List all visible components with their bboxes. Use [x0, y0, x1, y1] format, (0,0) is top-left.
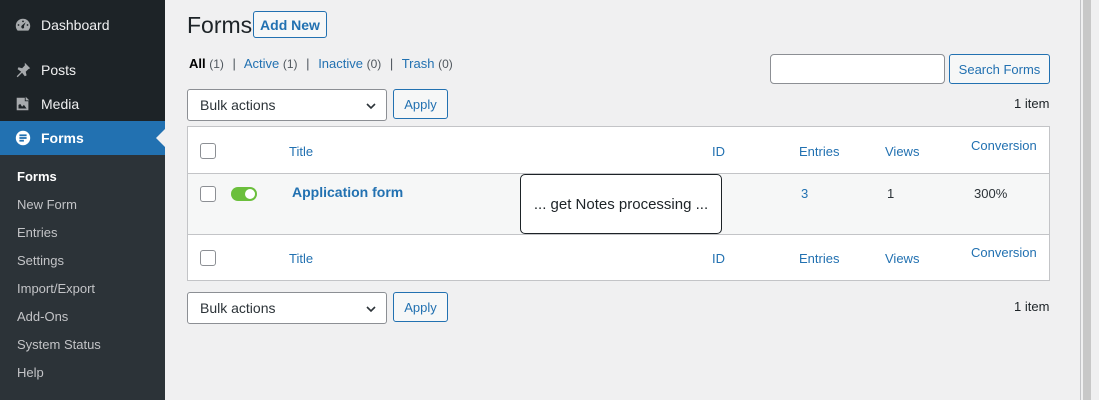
- apply-button-bottom[interactable]: Apply: [393, 292, 448, 322]
- column-title[interactable]: Title: [289, 144, 313, 159]
- filter-all[interactable]: All: [189, 56, 206, 71]
- filter-active-count: (1): [282, 57, 298, 71]
- form-conversion: 300%: [974, 186, 1008, 201]
- menu-posts-label: Posts: [41, 62, 77, 78]
- status-filters: All (1) | Active (1) | Inactive (0) | Tr…: [189, 56, 453, 71]
- filter-separator: |: [232, 56, 236, 71]
- submenu-settings[interactable]: Settings: [17, 253, 64, 268]
- dashboard-icon: [13, 15, 33, 35]
- add-new-button[interactable]: Add New: [253, 11, 327, 38]
- filter-separator: |: [306, 56, 310, 71]
- menu-forms-label: Forms: [41, 130, 84, 146]
- filter-all-count: (1): [209, 57, 224, 71]
- menu-media-label: Media: [41, 96, 80, 112]
- page-scrollbar[interactable]: [1080, 0, 1099, 400]
- admin-sidebar: Dashboard Posts Media Forms Forms New Fo…: [0, 0, 165, 400]
- filter-inactive-count: (0): [366, 57, 382, 71]
- chevron-down-icon: [365, 302, 377, 318]
- select-all-checkbox-footer[interactable]: [200, 250, 216, 266]
- column-views[interactable]: Views: [885, 144, 919, 159]
- submenu-system-status[interactable]: System Status: [17, 337, 101, 352]
- bulk-actions-top-value: Bulk actions: [200, 97, 276, 113]
- footer-divider: [188, 234, 1049, 235]
- menu-posts[interactable]: Posts: [0, 53, 165, 87]
- select-all-checkbox[interactable]: [200, 143, 216, 159]
- menu-media[interactable]: Media: [0, 87, 165, 121]
- submenu-import-export[interactable]: Import/Export: [17, 281, 95, 296]
- bulk-actions-bottom-value: Bulk actions: [200, 300, 276, 316]
- menu-dashboard-label: Dashboard: [41, 17, 110, 33]
- column-title-footer[interactable]: Title: [289, 251, 313, 266]
- pin-icon: [13, 60, 33, 80]
- apply-button-top[interactable]: Apply: [393, 89, 448, 119]
- filter-active[interactable]: Active: [244, 56, 279, 71]
- media-icon: [13, 94, 33, 114]
- chevron-down-icon: [365, 99, 377, 115]
- bulk-actions-select-bottom[interactable]: Bulk actions: [187, 292, 387, 324]
- column-entries[interactable]: Entries: [799, 144, 839, 159]
- submenu-forms[interactable]: Forms: [17, 169, 57, 184]
- forms-submenu: Forms New Form Entries Settings Import/E…: [0, 155, 165, 400]
- column-id-footer[interactable]: ID: [712, 251, 725, 266]
- submenu-help[interactable]: Help: [17, 365, 44, 380]
- search-forms-button[interactable]: Search Forms: [949, 54, 1050, 84]
- column-conversion-footer[interactable]: Conversion: [971, 245, 1037, 260]
- menu-forms[interactable]: Forms: [0, 121, 165, 155]
- column-conversion[interactable]: Conversion: [971, 138, 1037, 153]
- processing-notice: ... get Notes processing ...: [520, 174, 722, 234]
- submenu-entries[interactable]: Entries: [17, 225, 57, 240]
- column-id[interactable]: ID: [712, 144, 725, 159]
- form-title-link[interactable]: Application form: [292, 184, 403, 200]
- form-entries-link[interactable]: 3: [801, 186, 808, 201]
- filter-trash[interactable]: Trash: [402, 56, 435, 71]
- items-count-top: 1 item: [1014, 96, 1050, 111]
- items-count-bottom: 1 item: [1014, 299, 1050, 314]
- submenu-new-form[interactable]: New Form: [17, 197, 77, 212]
- bulk-actions-select-top[interactable]: Bulk actions: [187, 89, 387, 121]
- search-input[interactable]: [770, 54, 945, 84]
- forms-icon: [13, 128, 33, 148]
- submenu-add-ons[interactable]: Add-Ons: [17, 309, 68, 324]
- page-title: Forms: [187, 12, 253, 38]
- row-checkbox[interactable]: [200, 186, 216, 202]
- active-toggle[interactable]: [231, 187, 257, 201]
- filter-inactive[interactable]: Inactive: [318, 56, 363, 71]
- filter-separator: |: [389, 56, 394, 71]
- column-views-footer[interactable]: Views: [885, 251, 919, 266]
- form-views: 1: [887, 186, 895, 201]
- column-entries-footer[interactable]: Entries: [799, 251, 839, 266]
- filter-trash-count: (0): [438, 57, 453, 71]
- menu-dashboard[interactable]: Dashboard: [0, 8, 165, 42]
